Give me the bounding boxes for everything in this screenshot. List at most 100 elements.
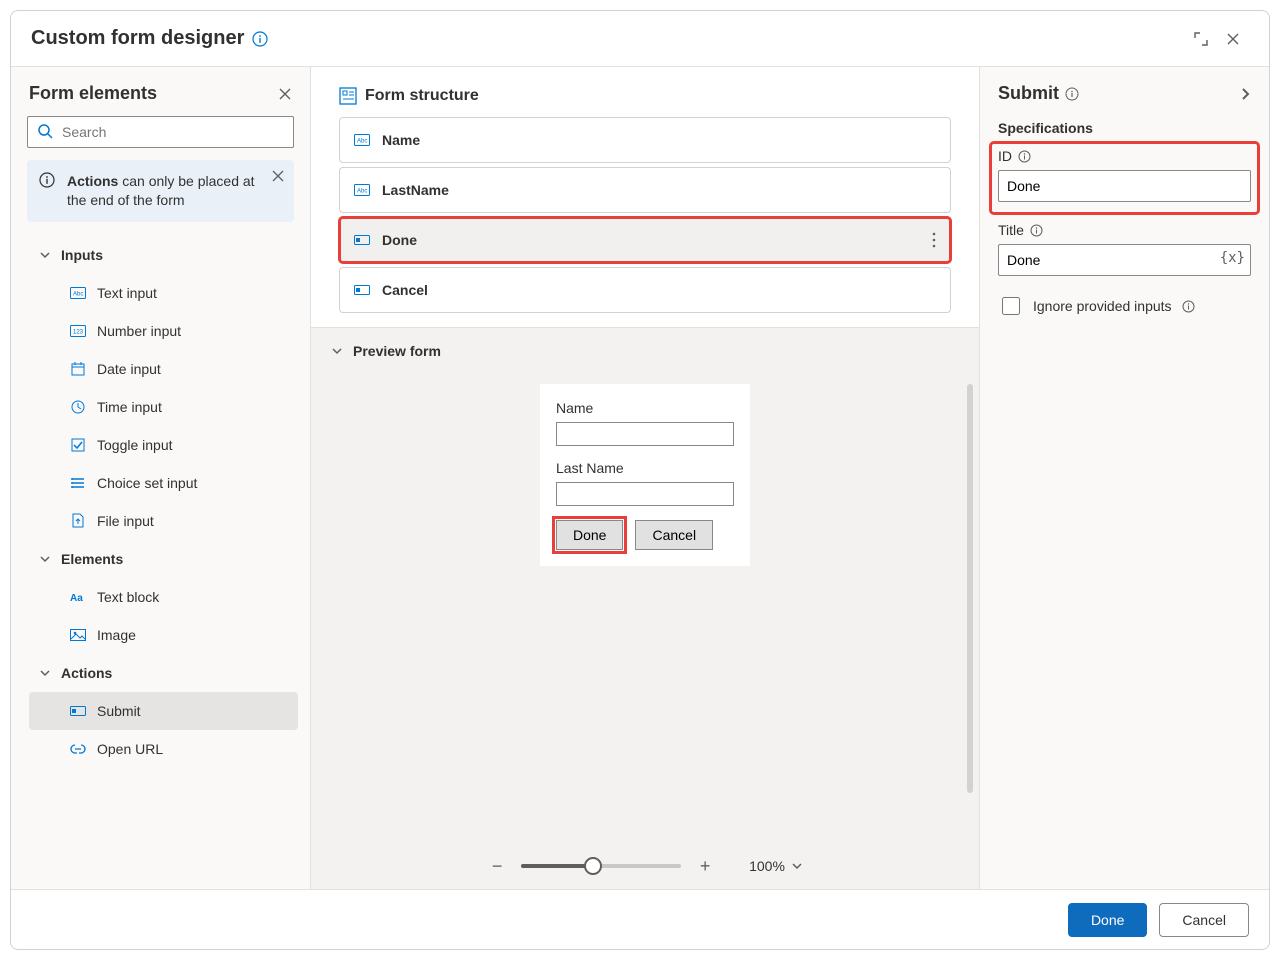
toggle-input-icon bbox=[69, 438, 87, 452]
item-open-url[interactable]: Open URL bbox=[29, 730, 298, 768]
submit-icon bbox=[69, 706, 87, 716]
structure-card-done[interactable]: Done bbox=[339, 217, 951, 263]
item-label: Toggle input bbox=[97, 437, 173, 453]
item-label: Text block bbox=[97, 589, 159, 605]
dialog-title: Custom form designer bbox=[31, 27, 244, 50]
preview-heading[interactable]: Preview form bbox=[311, 328, 979, 374]
notice-close-icon[interactable] bbox=[272, 170, 284, 182]
item-number-input[interactable]: 123 Number input bbox=[29, 312, 298, 350]
zoom-out-icon[interactable]: − bbox=[487, 856, 507, 877]
titlebar: Custom form designer bbox=[11, 11, 1269, 67]
text-input-icon: Abc bbox=[69, 287, 87, 299]
item-image[interactable]: Image bbox=[29, 616, 298, 654]
id-label: ID bbox=[998, 148, 1012, 164]
card-label: LastName bbox=[382, 182, 449, 198]
svg-text:Abc: Abc bbox=[357, 139, 367, 145]
image-icon bbox=[69, 629, 87, 641]
preview-scrollbar[interactable] bbox=[967, 384, 973, 793]
item-time-input[interactable]: Time input bbox=[29, 388, 298, 426]
preview-input-name[interactable] bbox=[556, 422, 734, 446]
done-button[interactable]: Done bbox=[1068, 903, 1147, 937]
token-picker-icon[interactable]: {x} bbox=[1220, 250, 1245, 266]
ignore-inputs-label: Ignore provided inputs bbox=[1033, 298, 1172, 314]
notice-box: Actions can only be placed at the end of… bbox=[27, 160, 294, 222]
preview-form-card: Name Last Name Done Cancel bbox=[540, 384, 750, 566]
ignore-inputs-checkbox[interactable] bbox=[1002, 297, 1020, 315]
category-label: Inputs bbox=[61, 247, 103, 263]
item-date-input[interactable]: Date input bbox=[29, 350, 298, 388]
sidebar-heading: Form elements bbox=[29, 83, 157, 104]
props-heading: Submit bbox=[998, 83, 1059, 104]
preview-input-lastname[interactable] bbox=[556, 482, 734, 506]
notice-info-icon bbox=[39, 172, 55, 188]
info-icon[interactable] bbox=[252, 31, 268, 47]
item-choice-set-input[interactable]: Choice set input bbox=[29, 464, 298, 502]
title-input[interactable] bbox=[998, 244, 1251, 276]
item-label: Number input bbox=[97, 323, 181, 339]
preview-label-lastname: Last Name bbox=[556, 460, 734, 476]
item-toggle-input[interactable]: Toggle input bbox=[29, 426, 298, 464]
info-icon[interactable] bbox=[1182, 300, 1195, 313]
item-label: File input bbox=[97, 513, 154, 529]
preview-label-name: Name bbox=[556, 400, 734, 416]
element-tree: Inputs AbcText input 123 Number input Dat… bbox=[23, 236, 298, 889]
category-inputs[interactable]: Inputs bbox=[29, 236, 298, 274]
category-elements[interactable]: Elements bbox=[29, 540, 298, 578]
svg-text:Aa: Aa bbox=[70, 593, 83, 603]
item-file-input[interactable]: File input bbox=[29, 502, 298, 540]
chevron-down-icon bbox=[39, 667, 51, 679]
structure-card-lastname[interactable]: Abc LastName bbox=[339, 167, 951, 213]
chevron-down-icon[interactable] bbox=[791, 860, 803, 872]
category-label: Actions bbox=[61, 665, 112, 681]
open-url-icon bbox=[69, 744, 87, 754]
structure-card-cancel[interactable]: Cancel bbox=[339, 267, 951, 313]
preview-done-button[interactable]: Done bbox=[556, 520, 623, 550]
cancel-button[interactable]: Cancel bbox=[1159, 903, 1249, 937]
svg-text:123: 123 bbox=[73, 329, 84, 335]
center-pane: Form structure Abc Name Abc LastName Don… bbox=[311, 67, 979, 889]
preview-canvas: Name Last Name Done Cancel bbox=[311, 374, 979, 843]
chevron-right-icon[interactable] bbox=[1239, 86, 1251, 102]
id-field-group: ID bbox=[992, 144, 1257, 212]
zoom-in-icon[interactable]: + bbox=[695, 856, 715, 877]
time-input-icon bbox=[69, 400, 87, 414]
search-input[interactable] bbox=[27, 116, 294, 148]
form-designer-dialog: Custom form designer Form elements bbox=[10, 10, 1270, 950]
item-text-input[interactable]: AbcText input bbox=[29, 274, 298, 312]
sidebar-close-icon[interactable] bbox=[278, 87, 292, 101]
id-input[interactable] bbox=[998, 170, 1251, 202]
sidebar: Form elements Actions can only be placed… bbox=[11, 67, 311, 889]
choice-set-icon bbox=[69, 476, 87, 490]
notice-strong: Actions bbox=[67, 173, 118, 189]
title-label: Title bbox=[998, 222, 1024, 238]
zoom-slider[interactable] bbox=[521, 856, 681, 876]
card-label: Cancel bbox=[382, 282, 428, 298]
preview-cancel-button[interactable]: Cancel bbox=[635, 520, 713, 550]
card-label: Name bbox=[382, 132, 420, 148]
item-label: Date input bbox=[97, 361, 161, 377]
text-block-icon: Aa bbox=[69, 591, 87, 603]
dialog-footer: Done Cancel bbox=[11, 889, 1269, 949]
text-input-icon: Abc bbox=[354, 184, 370, 196]
chevron-down-icon bbox=[39, 249, 51, 261]
category-actions[interactable]: Actions bbox=[29, 654, 298, 692]
category-label: Elements bbox=[61, 551, 123, 567]
zoom-controls: − + 100% bbox=[311, 843, 979, 889]
zoom-value: 100% bbox=[749, 858, 785, 874]
close-icon[interactable] bbox=[1217, 23, 1249, 55]
item-text-block[interactable]: Aa Text block bbox=[29, 578, 298, 616]
submit-icon bbox=[354, 285, 370, 295]
file-input-icon bbox=[69, 513, 87, 528]
preview-panel: Preview form Name Last Name Done Cancel bbox=[311, 327, 979, 889]
fullscreen-icon[interactable] bbox=[1185, 23, 1217, 55]
more-icon[interactable] bbox=[932, 232, 936, 248]
structure-card-name[interactable]: Abc Name bbox=[339, 117, 951, 163]
info-icon[interactable] bbox=[1065, 87, 1079, 101]
chevron-down-icon bbox=[331, 345, 343, 357]
item-submit[interactable]: Submit bbox=[29, 692, 298, 730]
info-icon[interactable] bbox=[1030, 224, 1043, 237]
date-input-icon bbox=[69, 362, 87, 376]
submit-icon bbox=[354, 235, 370, 245]
info-icon[interactable] bbox=[1018, 150, 1031, 163]
form-structure: Form structure Abc Name Abc LastName Don… bbox=[311, 67, 979, 327]
